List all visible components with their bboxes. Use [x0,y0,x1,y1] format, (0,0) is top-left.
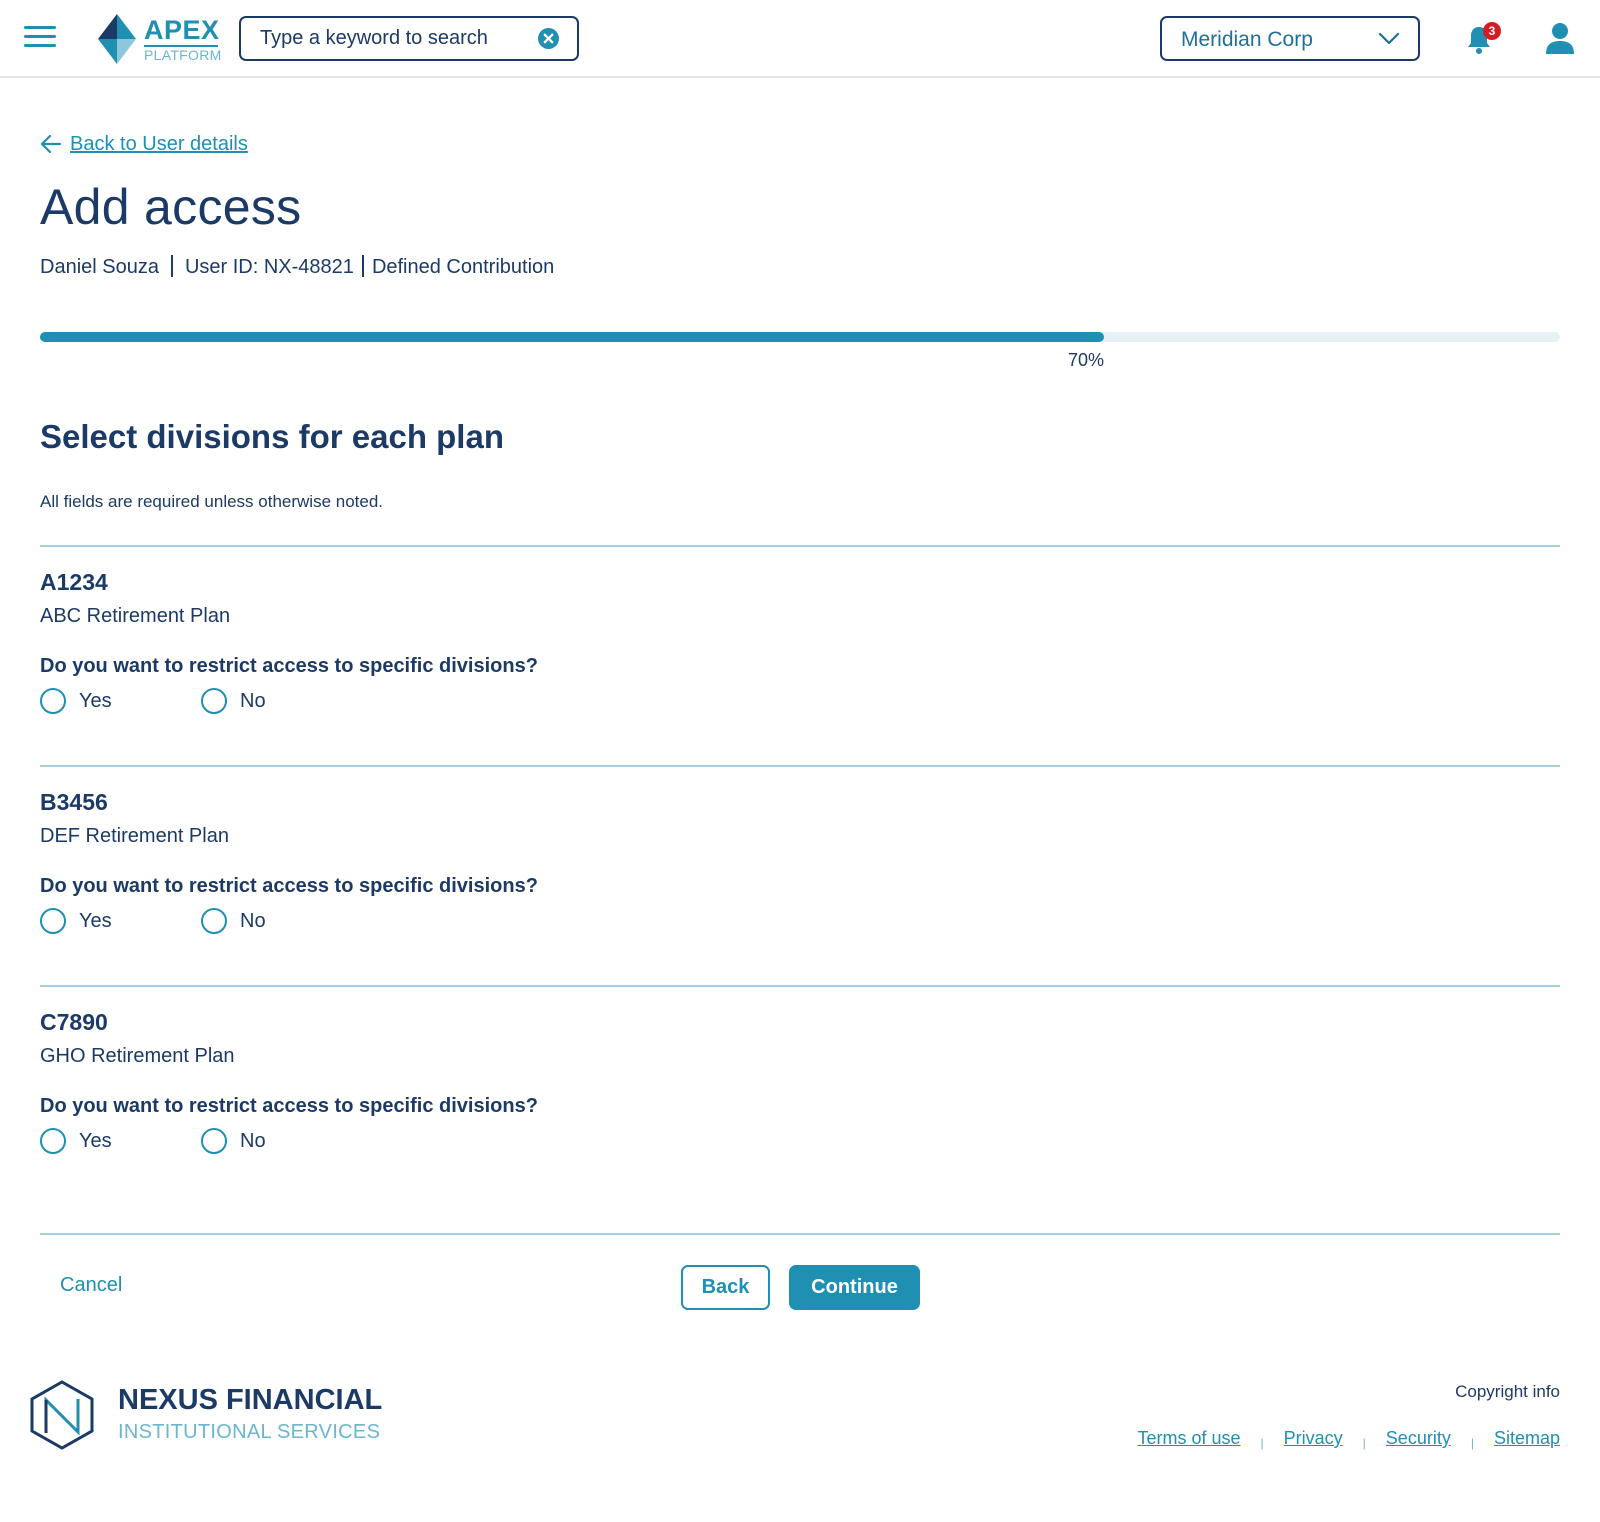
link-separator: | [1362,1435,1366,1450]
arrow-left-icon [40,134,62,154]
plan-section: A1234 ABC Retirement Plan Do you want to… [40,545,1560,767]
top-bar: APEX PLATFORM Meridian Corp 3 [0,0,1600,78]
continue-button[interactable]: Continue [789,1265,920,1310]
user-name: Daniel Souza [40,256,159,278]
radio-no[interactable]: No [201,1127,266,1155]
section-title: Select divisions for each plan [40,418,504,455]
radio-button[interactable] [201,1128,227,1154]
plan-type: Defined Contribution [371,256,555,278]
actions-divider [40,1233,1560,1235]
radio-button[interactable] [40,688,66,714]
radio-label: No [240,1129,266,1152]
radio-yes[interactable]: Yes [40,907,112,935]
search-box [239,16,579,61]
restrict-divisions-question: Do you want to restrict access to specif… [40,1095,538,1117]
security-link[interactable]: Security [1386,1428,1451,1449]
footer-links: Terms of use | Privacy | Security | Site… [1137,1428,1560,1450]
meta-divider [361,254,364,277]
back-to-user-details-link[interactable]: Back to User details [40,130,248,158]
progress-percent: 70% [1068,350,1105,370]
radio-no[interactable]: No [201,907,266,935]
terms-of-use-link[interactable]: Terms of use [1137,1428,1240,1449]
organization-select[interactable]: Meridian Corp [1160,16,1420,61]
apex-logo[interactable]: APEX PLATFORM [98,14,222,64]
plan-id: B3456 [40,789,108,815]
required-fields-note: All fields are required unless otherwise… [40,492,384,511]
organization-selected-value: Meridian Corp [1181,28,1313,51]
meta-divider [170,254,173,277]
link-separator: | [1470,1435,1474,1450]
search-input[interactable] [241,18,531,59]
cancel-link[interactable]: Cancel [60,1274,122,1297]
user-id: User ID: NX-48821 [184,256,354,278]
plan-section: C7890 GHO Retirement Plan Do you want to… [40,985,1560,1207]
notifications-button[interactable]: 3 [1466,22,1501,56]
restrict-divisions-question: Do you want to restrict access to specif… [40,875,538,897]
nexus-logo-icon [30,1380,94,1450]
chevron-down-icon [1378,32,1400,45]
radio-label: No [240,689,266,712]
plan-id: A1234 [40,569,108,595]
radio-button[interactable] [201,688,227,714]
sitemap-link[interactable]: Sitemap [1494,1428,1560,1449]
clear-search-icon[interactable] [538,28,559,49]
back-button[interactable]: Back [681,1265,770,1310]
progress-bar [40,332,1560,342]
radio-yes[interactable]: Yes [40,1127,112,1155]
plan-name: GHO Retirement Plan [40,1045,235,1067]
user-profile-icon[interactable] [1546,22,1574,56]
logo-title: APEX [144,15,220,45]
progress-bar-fill [40,332,1104,342]
restrict-divisions-question: Do you want to restrict access to specif… [40,655,538,677]
link-separator: | [1260,1435,1264,1450]
footer-brand-name: NEXUS FINANCIAL [118,1384,383,1416]
hamburger-menu-icon[interactable] [24,26,56,50]
plan-name: DEF Retirement Plan [40,825,229,847]
radio-no[interactable]: No [201,687,266,715]
radio-button[interactable] [40,1128,66,1154]
privacy-link[interactable]: Privacy [1284,1428,1343,1449]
radio-button[interactable] [201,908,227,934]
notification-count-badge: 3 [1483,22,1501,40]
user-meta: Daniel Souza User ID: NX-48821 Defined Con… [40,254,555,279]
plan-name: ABC Retirement Plan [40,605,231,627]
copyright-info: Copyright info [1455,1382,1560,1401]
radio-label: Yes [79,909,112,932]
page-title: Add access [40,179,302,235]
radio-yes[interactable]: Yes [40,687,112,715]
radio-label: Yes [79,1129,112,1152]
plan-section: B3456 DEF Retirement Plan Do you want to… [40,765,1560,987]
back-link-label: Back to User details [70,132,248,155]
footer-brand-subtitle: INSTITUTIONAL SERVICES [118,1421,381,1443]
radio-button[interactable] [40,908,66,934]
logo-subtitle: PLATFORM [144,47,222,63]
radio-label: Yes [79,689,112,712]
radio-label: No [240,909,266,932]
apex-diamond-icon [98,14,136,64]
plan-id: C7890 [40,1009,108,1035]
